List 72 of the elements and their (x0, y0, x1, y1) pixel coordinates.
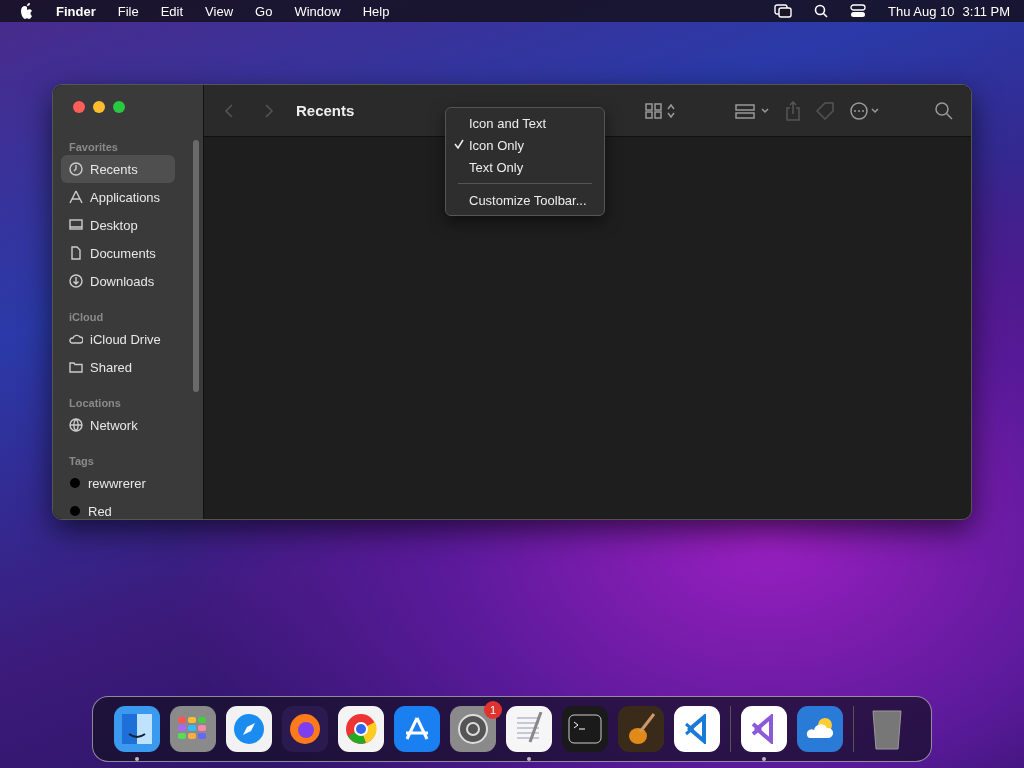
group-icon[interactable] (735, 102, 771, 119)
finder-face-icon[interactable] (114, 706, 160, 752)
sidebar-heading: Locations (68, 397, 122, 409)
menu-bar-item[interactable]: View (205, 3, 234, 19)
menu-bar-date[interactable]: Thu Aug 10 (888, 3, 955, 19)
menu-bar-item[interactable]: Edit (160, 3, 184, 19)
compass-icon[interactable] (226, 706, 272, 752)
screens-icon[interactable] (774, 4, 793, 18)
cloud-sun-icon[interactable] (797, 706, 843, 752)
download-icon (69, 274, 83, 288)
folder-icon (69, 360, 83, 374)
guitar-icon[interactable] (618, 706, 664, 752)
sidebar-item-label: Red (88, 503, 112, 519)
menu-item[interactable]: Icon Only (446, 134, 604, 156)
menu-bar-time[interactable]: 3:11 PM (962, 3, 1010, 19)
search-icon[interactable] (814, 4, 829, 18)
menu-item-label: Text Only (469, 159, 524, 175)
menu-item[interactable]: Icon and Text (446, 112, 604, 134)
menu-bar-item[interactable]: File (117, 3, 139, 19)
document-icon (69, 246, 83, 260)
more-icon[interactable] (849, 100, 881, 121)
cloud-icon (69, 332, 83, 346)
window-title: Recents (296, 102, 355, 119)
sidebar-item[interactable]: Shared (61, 353, 175, 381)
scrollbar[interactable] (193, 140, 199, 392)
zoom-button[interactable] (113, 101, 125, 113)
sidebar-item-label: rewwrerer (88, 475, 146, 491)
menu-item[interactable]: Text Only (446, 156, 604, 178)
menu-item[interactable]: Customize Toolbar... (446, 189, 604, 211)
sidebar-item[interactable]: iCloud Drive (61, 325, 175, 353)
sidebar-item[interactable]: Documents (61, 239, 175, 267)
sidebar-item-label: Shared (90, 359, 132, 375)
sidebar-item-label: Recents (90, 161, 138, 177)
sidebar-heading: Favorites (68, 141, 119, 153)
minimize-button[interactable] (93, 101, 105, 113)
sidebar-item[interactable]: Applications (61, 183, 175, 211)
sidebar-item[interactable]: Red (61, 497, 175, 519)
sidebar-item[interactable]: Downloads (61, 267, 175, 295)
app-grid-icon[interactable] (170, 706, 216, 752)
code-editor-icon[interactable] (674, 706, 720, 752)
sidebar-item[interactable]: rewwrerer (61, 469, 175, 497)
sidebar-item-label: iCloud Drive (90, 331, 161, 347)
sidebar-item[interactable]: Desktop (61, 211, 175, 239)
sidebar-item-label: Documents (90, 245, 156, 261)
control-center-icon[interactable] (850, 4, 867, 18)
sidebar-item-label: Downloads (90, 273, 155, 289)
apple-logo-icon[interactable] (20, 3, 34, 19)
sidebar-heading: Tags (68, 455, 95, 467)
globe-icon (69, 418, 83, 432)
notepad-icon[interactable] (506, 706, 552, 752)
close-button[interactable] (73, 101, 85, 113)
monitor-icon (69, 218, 83, 232)
app-name-menu[interactable]: Finder (56, 3, 96, 19)
sidebar-heading: iCloud (68, 311, 105, 323)
sidebar-item-label: Network (90, 417, 138, 433)
notification-badge: 1 (484, 701, 502, 719)
menu-bar-item[interactable]: Go (255, 3, 273, 19)
menu-bar-item[interactable]: Help (362, 3, 390, 19)
menu-item-label: Icon Only (469, 137, 524, 153)
icon-view-icon[interactable] (645, 102, 675, 119)
menu-bar-item[interactable]: Window (294, 3, 341, 19)
gear-icon[interactable] (450, 706, 496, 752)
terminal-icon[interactable] (562, 706, 608, 752)
sidebar-item-label: Applications (90, 189, 161, 205)
app-store-icon[interactable] (394, 706, 440, 752)
sidebar-item[interactable]: Network (61, 411, 175, 439)
chrome-icon[interactable] (338, 706, 384, 752)
menu-item-label: Icon and Text (469, 115, 547, 131)
sidebar-item-label: Desktop (90, 217, 138, 233)
clock-icon (69, 162, 83, 176)
menu-item-label: Customize Toolbar... (469, 192, 587, 208)
sidebar-item[interactable]: Recents (61, 155, 175, 183)
